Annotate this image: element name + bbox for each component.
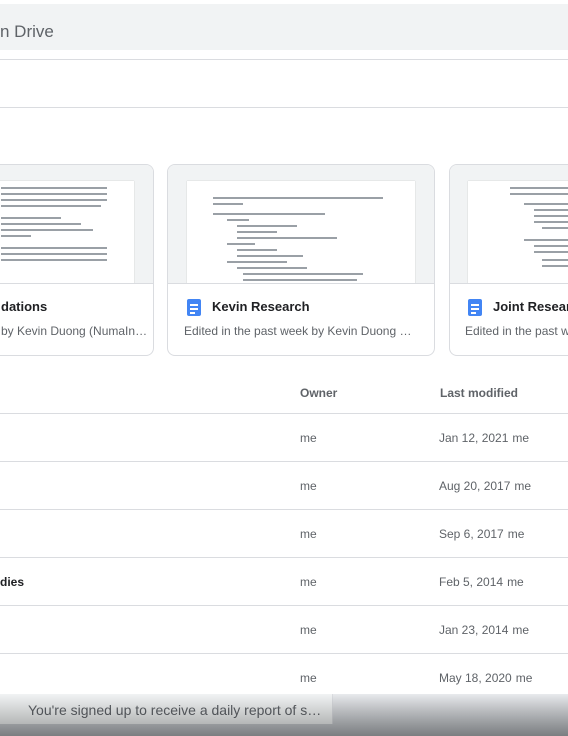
file-owner: me — [300, 623, 317, 637]
modified-by: me — [512, 623, 530, 637]
modified-by: me — [507, 527, 525, 541]
file-owner: me — [300, 479, 317, 493]
document-preview — [468, 181, 568, 283]
file-last-modified: Feb 5, 2014 me — [439, 575, 524, 589]
file-owner: me — [300, 575, 317, 589]
notification-text: You're signed up to receive a daily repo… — [28, 702, 322, 718]
modified-date: Jan 23, 2014 — [439, 623, 509, 637]
suggested-file-card[interactable]: Kevin Research Edited in the past week b… — [167, 164, 435, 356]
file-owner: me — [300, 527, 317, 541]
table-row[interactable]: me Sep 6, 2017 me — [0, 509, 568, 558]
modified-by: me — [512, 431, 530, 445]
file-last-modified: Sep 6, 2017 me — [439, 527, 524, 541]
card-title: Joint Researc — [493, 299, 568, 314]
file-last-modified: Aug 20, 2017 me — [439, 479, 531, 493]
file-thumbnail — [168, 165, 434, 284]
file-name: dies — [0, 575, 25, 589]
card-title: Kevin Research — [212, 299, 310, 314]
file-owner: me — [300, 671, 317, 685]
modified-date: Aug 20, 2017 — [439, 479, 511, 493]
modified-by: me — [514, 479, 532, 493]
document-preview — [187, 181, 415, 283]
notification-area: You're signed up to receive a daily repo… — [0, 694, 568, 736]
table-row[interactable]: me Jan 12, 2021 me — [0, 413, 568, 462]
table-row[interactable]: me Jan 23, 2014 me — [0, 605, 568, 654]
suggested-file-card[interactable]: Joint Researc Edited in the past w — [449, 164, 568, 356]
modified-by: me — [507, 575, 524, 589]
file-thumbnail — [0, 165, 153, 284]
file-last-modified: Jan 23, 2014 me — [439, 623, 529, 637]
file-owner: me — [300, 431, 317, 445]
file-thumbnail — [450, 165, 568, 284]
card-subtitle: by Kevin Duong (NumaIn… — [1, 324, 148, 338]
divider — [0, 59, 568, 60]
suggested-file-card[interactable]: dations by Kevin Duong (NumaIn… — [0, 164, 154, 356]
file-last-modified: May 18, 2020 me — [439, 671, 532, 685]
column-header-last-modified[interactable]: Last modified — [440, 386, 518, 400]
divider — [0, 107, 568, 108]
modified-date: Jan 12, 2021 — [439, 431, 509, 445]
google-docs-icon — [187, 299, 201, 316]
modified-date: Sep 6, 2017 — [439, 527, 504, 541]
column-header-owner[interactable]: Owner — [300, 386, 337, 400]
modified-date: May 18, 2020 — [439, 671, 512, 685]
card-subtitle: Edited in the past w — [465, 324, 568, 338]
table-row[interactable]: me Aug 20, 2017 me — [0, 461, 568, 510]
notification-toast[interactable]: You're signed up to receive a daily repo… — [0, 694, 333, 724]
search-bar[interactable]: n Drive — [0, 4, 568, 50]
search-input[interactable]: n Drive — [0, 22, 54, 42]
file-last-modified: Jan 12, 2021 me — [439, 431, 529, 445]
modified-date: Feb 5, 2014 — [439, 575, 504, 589]
modified-by: me — [515, 671, 533, 685]
google-docs-icon — [468, 299, 482, 316]
card-title: dations — [1, 299, 48, 314]
card-subtitle: Edited in the past week by Kevin Duong (… — [184, 324, 414, 338]
document-preview — [0, 181, 134, 283]
table-row[interactable]: dies me Feb 5, 2014 me — [0, 557, 568, 606]
